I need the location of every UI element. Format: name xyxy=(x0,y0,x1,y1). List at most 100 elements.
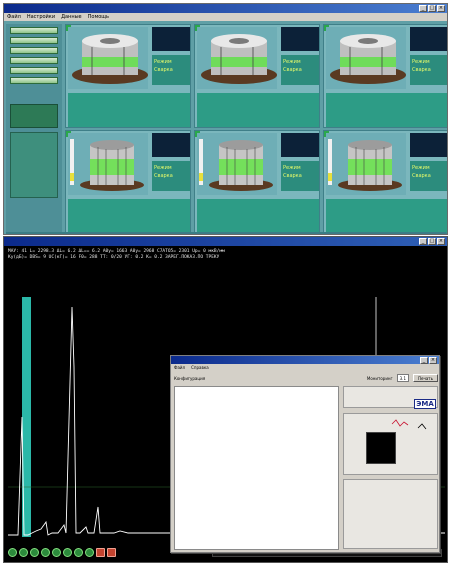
device-panel-4[interactable]: Режим Сварка xyxy=(65,130,191,234)
cylinder-render xyxy=(328,139,402,191)
device-panel-2[interactable]: Режим Сварка xyxy=(194,24,320,128)
minimize-button[interactable]: _ xyxy=(419,5,427,12)
panel-stats xyxy=(197,93,319,127)
minimize-button[interactable]: _ xyxy=(419,238,427,245)
horizontal-scrollbar[interactable] xyxy=(6,232,446,234)
dialog-top-bar: Конфигурация Мониторинг 3.1 Печать xyxy=(174,373,438,383)
panel-mode-label: Режим Сварка xyxy=(152,55,190,85)
cylinder-render xyxy=(70,139,144,191)
scope-toolbar xyxy=(8,547,168,558)
cylinder-render xyxy=(199,139,273,191)
tool-button-6[interactable] xyxy=(63,548,72,557)
mode-line2: Сварка xyxy=(283,173,302,179)
mode-line1: Режим xyxy=(412,59,430,65)
config-label: Конфигурация xyxy=(174,375,206,381)
measurement-readout: МАУ: 41 L= 2298.3 ΔL= 6.2 ΔL== 6.2 A0у= … xyxy=(8,249,443,261)
oscilloscope-titlebar[interactable]: _ □ × xyxy=(4,237,447,246)
tool-button-2[interactable] xyxy=(19,548,28,557)
panel-3d-view xyxy=(197,133,277,195)
device-panel-6[interactable]: Режим Сварка xyxy=(323,130,447,234)
panel-dark-display xyxy=(152,27,190,51)
menu-settings[interactable]: Настройки xyxy=(27,13,55,21)
panel-mode-label: Режим Сварка xyxy=(410,55,447,85)
side-button-6[interactable] xyxy=(10,77,58,84)
mode-line2: Сварка xyxy=(412,67,431,73)
mode-line2: Сварка xyxy=(412,173,431,179)
dialog-menu-help[interactable]: Справка xyxy=(191,364,209,371)
panel-3d-view xyxy=(326,133,406,195)
panel-dark-display xyxy=(281,133,319,157)
panel-3d-view xyxy=(68,133,148,195)
side-button-4[interactable] xyxy=(10,57,58,64)
menu-data[interactable]: Данные xyxy=(61,13,82,21)
panel-dark-display xyxy=(281,27,319,51)
panel-stats xyxy=(326,93,447,127)
menu-file[interactable]: Файл xyxy=(7,13,21,21)
panel-mode-label: Режим Сварка xyxy=(152,161,190,191)
panel-stats xyxy=(326,199,447,233)
wheel-render xyxy=(330,34,406,84)
mode-line1: Режим xyxy=(283,165,301,171)
parameters-list xyxy=(174,386,339,550)
version-field[interactable]: 3.1 xyxy=(396,374,410,382)
tool-button-1[interactable] xyxy=(8,548,17,557)
maximize-button[interactable]: □ xyxy=(428,238,436,245)
device-panel-1[interactable]: Режим Сварка xyxy=(65,24,191,128)
side-button-3[interactable] xyxy=(10,47,58,54)
dialog-menubar: Файл Справка xyxy=(171,364,439,371)
readout-line-2: Ку(дБ)= DBS= 9 UC(кГ)= 16 F0= 288 TT: 0/… xyxy=(8,255,220,260)
tool-button-8[interactable] xyxy=(85,548,94,557)
mode-line2: Сварка xyxy=(154,67,173,73)
monitoring-window: _ □ × Файл Настройки Данные Помощь Режим… xyxy=(3,3,448,235)
dialog-menu-file[interactable]: Файл xyxy=(174,364,185,371)
close-button[interactable]: × xyxy=(437,5,445,12)
dialog-close-button[interactable]: × xyxy=(429,357,437,364)
record-button[interactable] xyxy=(107,548,116,557)
panel-mode-label: Режим Сварка xyxy=(281,55,319,85)
dialog-minimize-button[interactable]: _ xyxy=(420,357,428,364)
monitor-label: Мониторинг xyxy=(366,375,393,381)
ema-logo: ЭМА xyxy=(414,399,436,409)
panel-mode-label: Режим Сварка xyxy=(281,161,319,191)
panel-dark-display xyxy=(152,133,190,157)
dialog-right-pane: ЭМА xyxy=(343,386,438,550)
close-button[interactable]: × xyxy=(437,238,445,245)
monitoring-menubar: Файл Настройки Данные Помощь xyxy=(4,13,447,21)
bottom-info xyxy=(343,479,438,549)
side-button-5[interactable] xyxy=(10,67,58,74)
tool-button-4[interactable] xyxy=(41,548,50,557)
panel-mode-label: Режим Сварка xyxy=(410,161,447,191)
left-control-panel xyxy=(6,24,62,232)
device-panel-5[interactable]: Режим Сварка xyxy=(194,130,320,234)
tool-button-5[interactable] xyxy=(52,548,61,557)
signal-view xyxy=(343,413,438,475)
status-list xyxy=(10,132,58,198)
mode-line2: Сварка xyxy=(154,173,173,179)
panel-stats xyxy=(68,199,190,233)
mode-line1: Режим xyxy=(283,59,301,65)
mode-line2: Сварка xyxy=(283,67,302,73)
panel-dark-display xyxy=(410,133,447,157)
stop-button[interactable] xyxy=(96,548,105,557)
panel-dark-display xyxy=(410,27,447,51)
preview-square xyxy=(366,432,396,464)
tool-button-7[interactable] xyxy=(74,548,83,557)
wheel-render xyxy=(201,34,277,84)
mode-line1: Режим xyxy=(154,165,172,171)
mode-line1: Режим xyxy=(154,59,172,65)
counter-display xyxy=(10,104,58,128)
wheel-render xyxy=(72,34,148,84)
panel-stats xyxy=(68,93,190,127)
signal-curve xyxy=(391,419,427,430)
panel-3d-view xyxy=(68,27,148,89)
dialog-titlebar[interactable]: _ × xyxy=(171,356,439,364)
device-panel-3[interactable]: Режим Сварка xyxy=(323,24,447,128)
menu-help[interactable]: Помощь xyxy=(88,13,109,21)
maximize-button[interactable]: □ xyxy=(428,5,436,12)
print-button[interactable]: Печать xyxy=(413,374,438,382)
monitoring-window-titlebar[interactable]: _ □ × xyxy=(4,4,447,13)
side-button-1[interactable] xyxy=(10,27,58,34)
tool-button-3[interactable] xyxy=(30,548,39,557)
panel-stats xyxy=(197,199,319,233)
side-button-2[interactable] xyxy=(10,37,58,44)
